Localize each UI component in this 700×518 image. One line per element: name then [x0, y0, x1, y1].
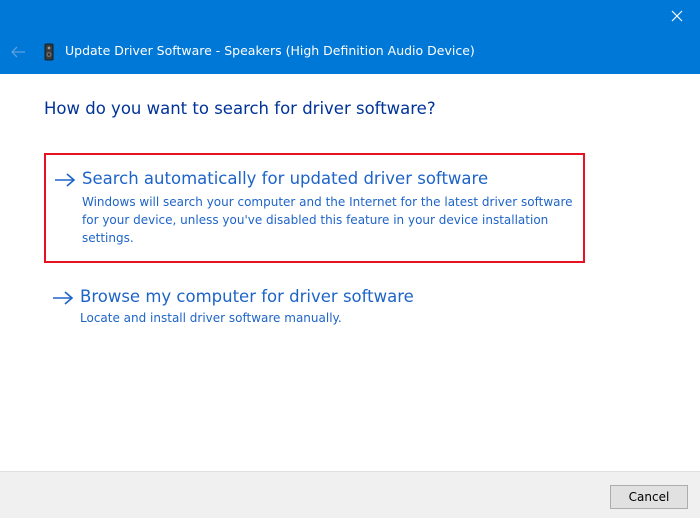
- nav-row: Update Driver Software - Speakers (High …: [0, 34, 700, 70]
- update-driver-dialog: Update Driver Software - Speakers (High …: [0, 0, 700, 518]
- speaker-device-icon: [44, 43, 54, 61]
- option-title: Browse my computer for driver software: [80, 287, 414, 306]
- cancel-button[interactable]: Cancel: [610, 485, 688, 509]
- option-description: Windows will search your computer and th…: [82, 195, 573, 245]
- option-description: Locate and install driver software manua…: [80, 311, 342, 325]
- arrow-right-icon: [55, 173, 76, 187]
- search-automatically-option[interactable]: Search automatically for updated driver …: [44, 153, 585, 263]
- window-title: Update Driver Software - Speakers (High …: [65, 43, 475, 58]
- dialog-footer: Cancel: [0, 471, 700, 518]
- close-button[interactable]: [654, 0, 700, 32]
- option-title: Search automatically for updated driver …: [82, 169, 489, 188]
- close-icon: [671, 10, 683, 22]
- title-bar: Update Driver Software - Speakers (High …: [0, 0, 700, 74]
- page-heading: How do you want to search for driver sof…: [44, 99, 436, 118]
- browse-computer-option[interactable]: Browse my computer for driver software L…: [44, 272, 585, 332]
- arrow-right-icon: [53, 291, 74, 305]
- back-arrow-icon: [11, 46, 25, 58]
- back-button[interactable]: [6, 40, 30, 64]
